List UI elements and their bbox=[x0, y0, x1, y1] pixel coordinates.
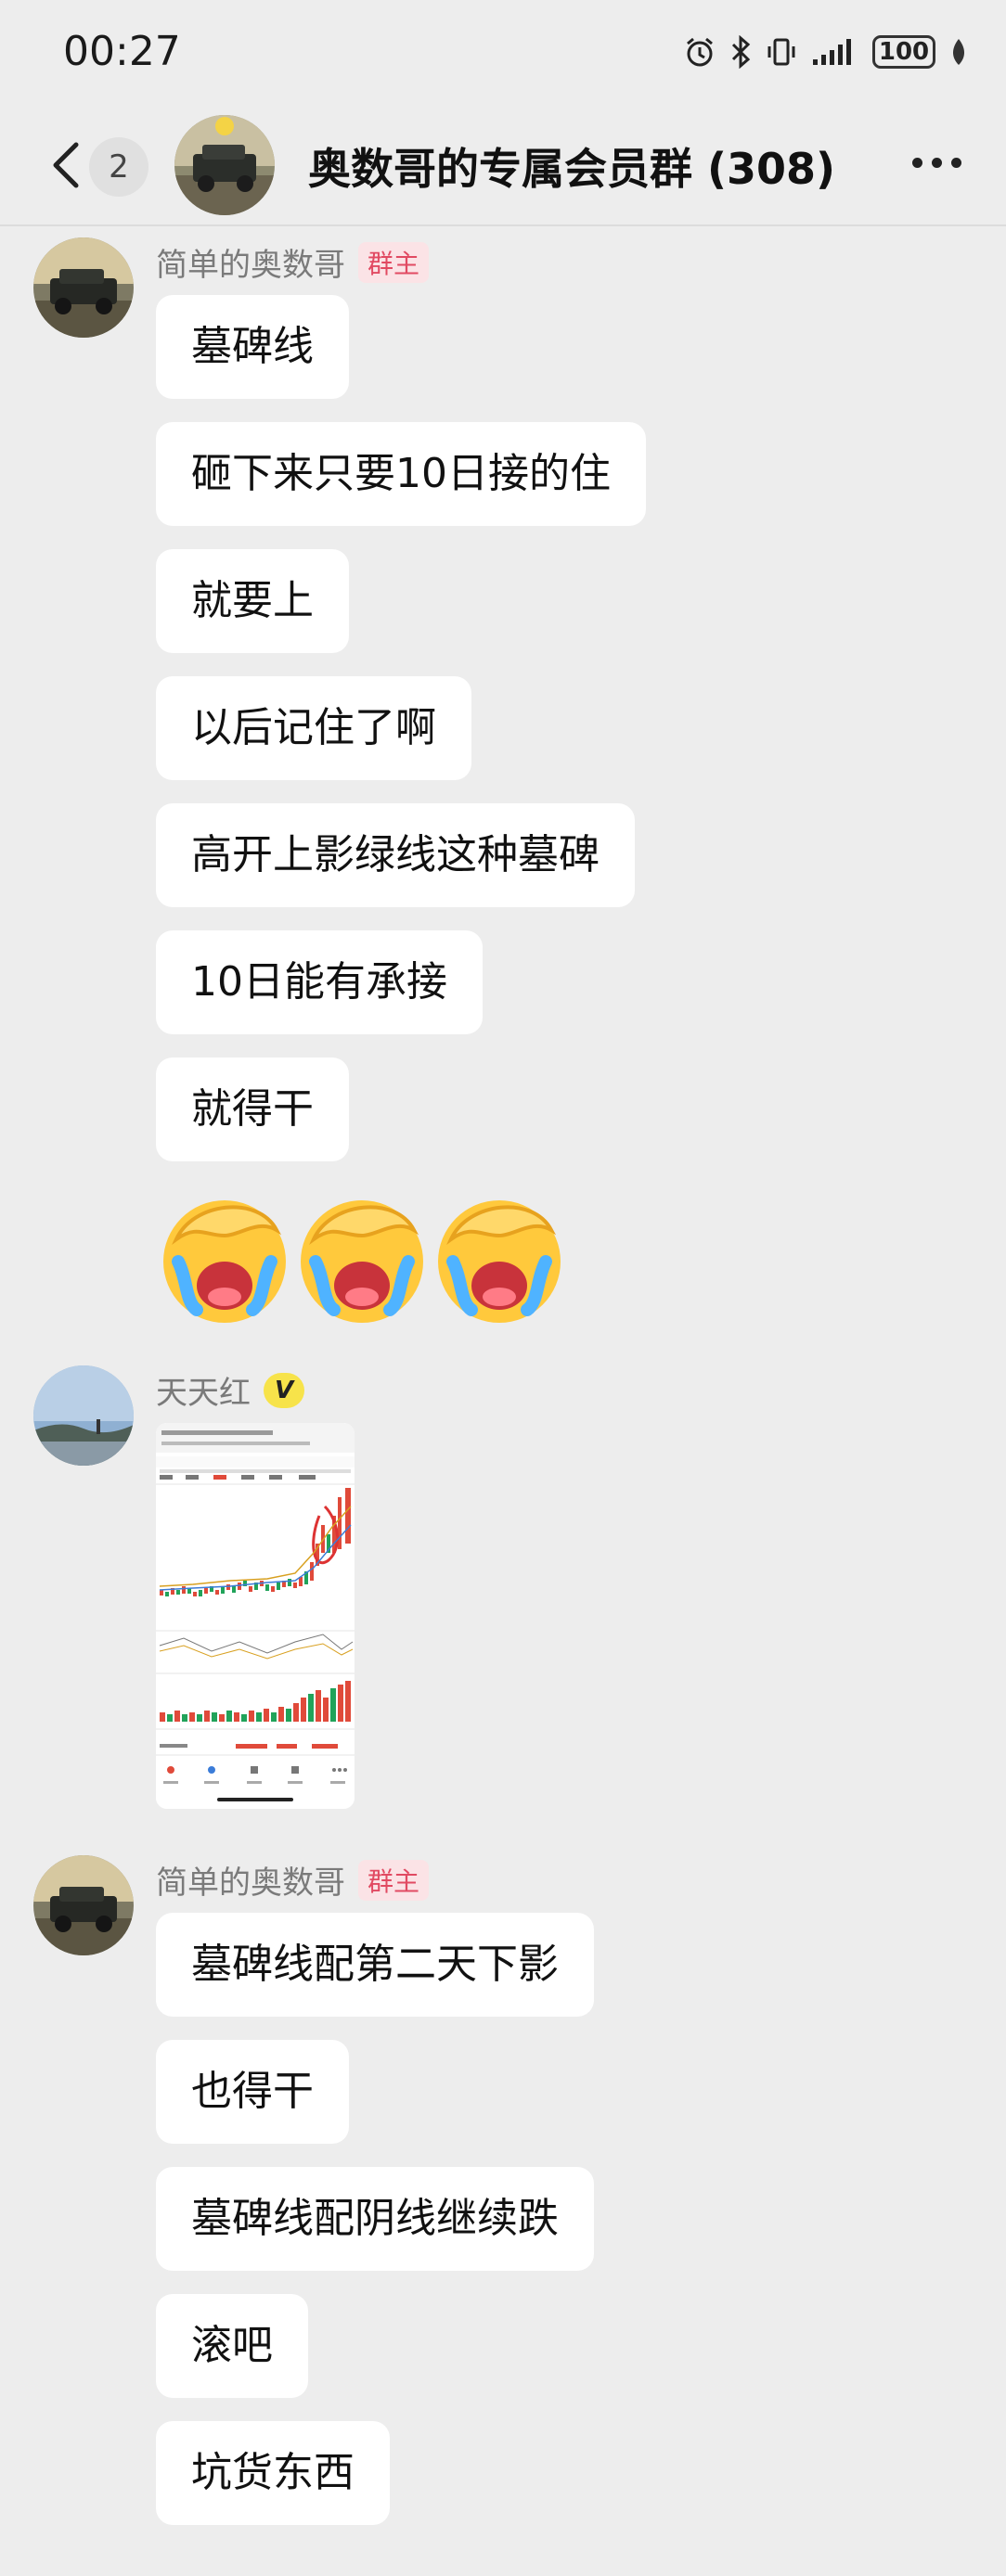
sender-name: 简单的奥数哥 群主 bbox=[156, 1857, 430, 1903]
message-bubble[interactable]: 墓碑线配阴线继续跌 bbox=[156, 2167, 594, 2271]
more-menu-button[interactable] bbox=[912, 158, 961, 168]
sender-name-text: 简单的奥数哥 bbox=[156, 1865, 345, 1902]
message-bubble[interactable]: 坑货东西 bbox=[156, 2421, 390, 2525]
message-bubble[interactable]: 砸下来只要10日接的住 bbox=[156, 422, 646, 526]
sender-name: 简单的奥数哥 群主 bbox=[156, 239, 430, 285]
status-bar: 00:27 100 bbox=[0, 0, 1006, 102]
message-bubble[interactable]: 墓碑线配第二天下影 bbox=[156, 1913, 594, 2017]
owner-badge: 群主 bbox=[358, 1859, 430, 1901]
sender-name-text: 简单的奥数哥 bbox=[156, 247, 345, 284]
facepalm-crying-emoji[interactable] bbox=[431, 1189, 568, 1326]
message-bubble[interactable]: 就要上 bbox=[156, 549, 349, 653]
dot-icon bbox=[932, 158, 942, 168]
message-bubble[interactable]: 就得干 bbox=[156, 1057, 349, 1161]
status-time: 00:27 bbox=[63, 28, 181, 75]
vibrate-icon bbox=[765, 35, 798, 69]
signal-icon bbox=[811, 35, 859, 69]
sender-name: 天天红 V bbox=[156, 1367, 304, 1413]
bluetooth-icon bbox=[729, 35, 752, 69]
v-badge: V bbox=[264, 1372, 304, 1408]
avatar-tiantianhong[interactable] bbox=[33, 1365, 134, 1466]
back-button[interactable] bbox=[48, 139, 85, 191]
unread-count-badge[interactable]: 2 bbox=[89, 137, 148, 197]
stock-chart-image[interactable] bbox=[156, 1423, 355, 1809]
dot-icon bbox=[912, 158, 922, 168]
facepalm-crying-emoji[interactable] bbox=[156, 1189, 293, 1326]
group-title: 奥数哥的专属会员群 (308) bbox=[308, 144, 836, 194]
status-icons: 100 bbox=[683, 32, 969, 72]
owner-badge: 群主 bbox=[358, 241, 430, 283]
leaf-icon bbox=[948, 37, 969, 67]
message-bubble[interactable]: 也得干 bbox=[156, 2040, 349, 2144]
message-bubble[interactable]: 滚吧 bbox=[156, 2294, 308, 2398]
chevron-left-icon bbox=[53, 142, 79, 188]
message-bubble[interactable]: 墓碑线 bbox=[156, 295, 349, 399]
message-bubble[interactable]: 以后记住了啊 bbox=[156, 676, 471, 780]
avatar-jiandan[interactable] bbox=[33, 237, 134, 338]
chat-header: 2 奥数哥的专属会员群 (308) bbox=[0, 102, 1006, 226]
avatar-jiandan[interactable] bbox=[33, 1855, 134, 1955]
group-avatar[interactable] bbox=[174, 115, 275, 215]
message-bubble[interactable]: 高开上影绿线这种墓碑 bbox=[156, 803, 635, 907]
alarm-icon bbox=[683, 35, 716, 69]
battery-icon: 100 bbox=[872, 35, 935, 69]
sender-name-text: 天天红 bbox=[156, 1375, 251, 1412]
message-bubble[interactable]: 10日能有承接 bbox=[156, 930, 483, 1034]
facepalm-crying-emoji[interactable] bbox=[293, 1189, 431, 1326]
dot-icon bbox=[951, 158, 961, 168]
